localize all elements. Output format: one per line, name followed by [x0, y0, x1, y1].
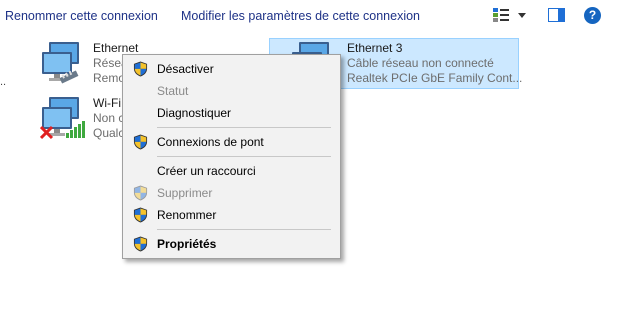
- wifi-adapter-icon: [40, 95, 85, 140]
- connection-device: Qualc: [93, 126, 125, 140]
- overflow-indicator: ..: [0, 76, 7, 88]
- menu-item-label: Renommer: [157, 208, 217, 222]
- rename-connection-button[interactable]: Renommer cette connexion: [5, 9, 158, 23]
- menu-item-label: Statut: [157, 84, 189, 98]
- connection-status: Câble réseau non connecté: [347, 56, 494, 70]
- preview-pane-icon[interactable]: [548, 8, 565, 22]
- menu-item-label: Supprimer: [157, 186, 213, 200]
- uac-shield-icon: [133, 185, 148, 201]
- connection-device: Realtek PCIe GbE Family Cont...: [347, 71, 523, 85]
- connection-text: Ethernet 3 Câble réseau non connecté Rea…: [347, 41, 522, 86]
- menu-item-diagnose[interactable]: Diagnostiquer: [123, 102, 340, 124]
- menu-separator: [157, 156, 331, 157]
- view-options-dropdown-icon[interactable]: [518, 13, 526, 18]
- menu-item-label: Diagnostiquer: [157, 106, 232, 120]
- command-bar: Renommer cette connexion Modifier les pa…: [0, 0, 618, 33]
- uac-shield-icon: [133, 207, 148, 223]
- uac-shield-icon: [133, 61, 148, 77]
- menu-item-rename[interactable]: Renommer: [123, 204, 340, 226]
- menu-item-label: Propriétés: [157, 237, 217, 251]
- menu-item-create-shortcut[interactable]: Créer un raccourci: [123, 160, 340, 182]
- change-view-icon[interactable]: [493, 8, 509, 22]
- connection-status: Non c: [93, 111, 125, 125]
- connection-name: Wi-Fi: [93, 96, 121, 110]
- menu-separator: [157, 127, 331, 128]
- menu-item-status: Statut: [123, 80, 340, 102]
- menu-separator: [157, 229, 331, 230]
- connection-name: Ethernet 3: [347, 41, 403, 55]
- network-adapter-icon: [40, 40, 88, 84]
- modify-connection-settings-button[interactable]: Modifier les paramètres de cette connexi…: [181, 9, 420, 23]
- menu-item-label: Connexions de pont: [157, 135, 264, 149]
- menu-item-bridge-connections[interactable]: Connexions de pont: [123, 131, 340, 153]
- menu-item-properties[interactable]: Propriétés: [123, 233, 340, 255]
- help-icon[interactable]: ?: [584, 7, 601, 24]
- context-menu: Désactiver Statut Diagnostiquer Connexio…: [122, 54, 341, 259]
- uac-shield-icon: [133, 134, 148, 150]
- menu-item-label: Désactiver: [157, 62, 214, 76]
- menu-item-disable[interactable]: Désactiver: [123, 58, 340, 80]
- menu-item-label: Créer un raccourci: [157, 164, 256, 178]
- connection-text: Wi-Fi Non c Qualc: [93, 96, 124, 141]
- menu-item-delete: Supprimer: [123, 182, 340, 204]
- uac-shield-icon: [133, 236, 148, 252]
